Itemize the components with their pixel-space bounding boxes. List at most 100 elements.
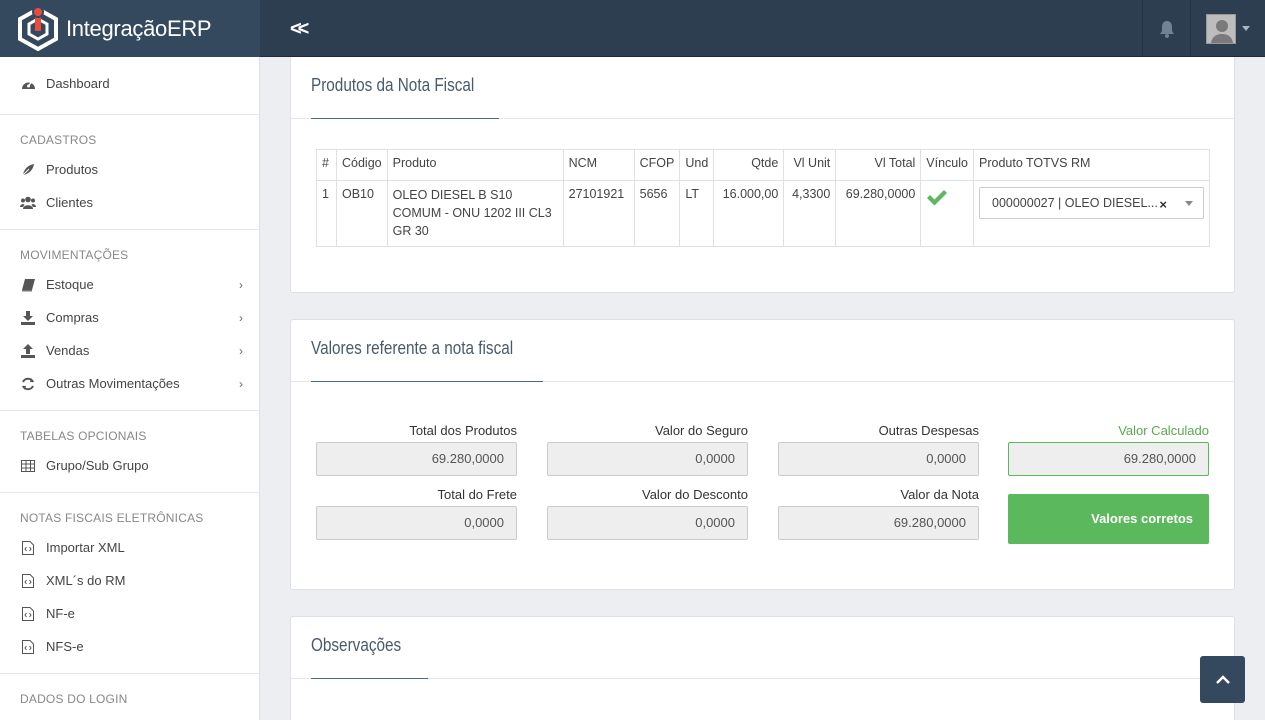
cell-ncm: 27101921 [562, 180, 635, 247]
file-code-icon [20, 573, 36, 589]
section-title-cadastros: CADASTROS [20, 133, 97, 147]
sidebar-item-label: Compras [46, 310, 99, 325]
sidebar-item-estoque[interactable]: Estoque › [0, 268, 259, 301]
download-icon [20, 310, 36, 326]
total-frete-label: Total do Frete [437, 487, 518, 502]
book-icon [20, 277, 36, 293]
sidebar-item-label: Dashboard [46, 76, 110, 91]
sidebar-item-label: Estoque [46, 277, 94, 292]
produto-totvs-select[interactable]: 000000027 | OLEO DIESEL... × [979, 187, 1204, 219]
leaf-icon [20, 162, 36, 178]
col-header: Vl Total [835, 149, 922, 181]
valor-seguro-label: Valor do Seguro [655, 423, 748, 438]
cell-vl-unit: 4,3300 [783, 180, 837, 247]
valor-desconto-field[interactable]: 0,0000 [547, 506, 748, 540]
valor-desconto-label: Valor do Desconto [642, 487, 748, 502]
top-bar: IntegraçãoERP << [0, 0, 1265, 57]
valores-corretos-button[interactable]: Valores corretos [1008, 494, 1209, 544]
back-to-top-button[interactable] [1200, 656, 1245, 703]
sidebar-item-produtos[interactable]: Produtos [0, 153, 259, 186]
table-row: 1 OB10 OLEO DIESEL B S10 COMUM - ONU 120… [316, 180, 1210, 247]
observacoes-card: Observações [290, 616, 1235, 720]
card-title: Valores referente a nota fiscal [311, 338, 514, 358]
produtos-table: # Código Produto NCM CFOP Und Qtde Vl Un… [316, 149, 1210, 247]
section-title-movimentacoes: MOVIMENTAÇÕES [20, 248, 129, 262]
col-header: NCM [562, 149, 635, 181]
brand-name: IntegraçãoERP [66, 15, 212, 41]
sidebar-item-vendas[interactable]: Vendas › [0, 334, 259, 367]
table-icon [20, 458, 36, 474]
sidebar-item-dashboard[interactable]: Dashboard [0, 67, 259, 100]
notifications-button[interactable] [1142, 0, 1190, 57]
sidebar-item-label: Importar XML [46, 540, 125, 555]
valores-card: Valores referente a nota fiscal Total do… [290, 319, 1235, 590]
sidebar-item-nfse[interactable]: NFS-e [0, 630, 259, 663]
chevron-up-icon [1215, 674, 1230, 684]
chevron-right-icon: › [239, 278, 243, 292]
cell-vl-total: 69.280,0000 [835, 180, 922, 247]
sidebar-item-nfe[interactable]: NF-e [0, 597, 259, 630]
cell-und: LT [679, 180, 715, 247]
user-menu[interactable] [1190, 0, 1265, 57]
valor-nota-label: Valor da Nota [900, 487, 979, 502]
select-value: 000000027 | OLEO DIESEL... [992, 196, 1158, 210]
sidebar-item-importar-xml[interactable]: Importar XML [0, 531, 259, 564]
table-header-row: # Código Produto NCM CFOP Und Qtde Vl Un… [316, 149, 1210, 181]
sidebar: Dashboard CADASTROS Produtos Clientes MO… [0, 57, 260, 720]
double-chevron-left-icon: << [290, 18, 309, 40]
total-produtos-label: Total dos Produtos [409, 423, 517, 438]
cell-codigo: OB10 [336, 180, 388, 247]
cell-qtde: 16.000,00 [713, 180, 785, 247]
sidebar-item-grupo-sub-grupo[interactable]: Grupo/Sub Grupo [0, 449, 259, 482]
cell-produto-totvs: 000000027 | OLEO DIESEL... × [973, 180, 1210, 247]
sidebar-item-label: NFS-e [46, 639, 84, 654]
bell-icon [1159, 20, 1174, 38]
chevron-down-icon [1242, 26, 1250, 31]
col-header: Código [336, 149, 388, 181]
total-produtos-field[interactable]: 69.280,0000 [316, 442, 517, 476]
chevron-right-icon: › [239, 311, 243, 325]
dashboard-icon [20, 76, 36, 92]
collapse-sidebar-button[interactable]: << [290, 18, 309, 41]
card-title: Observações [311, 635, 402, 655]
col-header: Und [679, 149, 715, 181]
section-title-notas-fiscais: NOTAS FISCAIS ELETRÔNICAS [20, 511, 204, 525]
cell-num: 1 [316, 180, 337, 247]
col-header: Vl Unit [783, 149, 837, 181]
col-header: CFOP [633, 149, 681, 181]
sidebar-item-clientes[interactable]: Clientes [0, 186, 259, 219]
chevron-right-icon: › [239, 377, 243, 391]
col-header: # [316, 149, 337, 181]
cell-produto: OLEO DIESEL B S10 COMUM - ONU 1202 III C… [386, 180, 564, 247]
chevron-right-icon: › [239, 344, 243, 358]
valor-calculado-label: Valor Calculado [1118, 423, 1209, 438]
check-icon [927, 190, 948, 206]
refresh-icon [20, 376, 36, 392]
card-title: Produtos da Nota Fiscal [311, 75, 475, 95]
logo-mark-icon [18, 5, 58, 51]
produtos-card: Produtos da Nota Fiscal # Código Produto… [290, 57, 1235, 293]
outras-despesas-field[interactable]: 0,0000 [778, 442, 979, 476]
sidebar-item-xmls-do-rm[interactable]: XML´s do RM [0, 564, 259, 597]
sidebar-item-label: Grupo/Sub Grupo [46, 458, 149, 473]
sidebar-item-label: Outras Movimentações [46, 376, 180, 391]
file-code-icon [20, 639, 36, 655]
upload-icon [20, 343, 36, 359]
valor-seguro-field[interactable]: 0,0000 [547, 442, 748, 476]
sidebar-item-outras-movimentacoes[interactable]: Outras Movimentações › [0, 367, 259, 400]
total-frete-field[interactable]: 0,0000 [316, 506, 517, 540]
valor-calculado-field[interactable]: 69.280,0000 [1008, 442, 1209, 476]
col-header: Produto TOTVS RM [973, 149, 1210, 181]
sidebar-item-compras[interactable]: Compras › [0, 301, 259, 334]
file-code-icon [20, 540, 36, 556]
cell-cfop: 5656 [633, 180, 681, 247]
sidebar-item-label: Produtos [46, 162, 99, 177]
clear-selection-icon[interactable]: × [1159, 197, 1167, 212]
col-header: Qtde [713, 149, 785, 181]
dropdown-arrow-icon[interactable] [1185, 201, 1193, 206]
logo[interactable]: IntegraçãoERP [0, 0, 260, 57]
section-title-tabelas-opcionais: TABELAS OPCIONAIS [20, 429, 147, 443]
cell-vinculo [920, 180, 974, 247]
sidebar-item-label: XML´s do RM [46, 573, 126, 588]
valor-nota-field[interactable]: 69.280,0000 [778, 506, 979, 540]
